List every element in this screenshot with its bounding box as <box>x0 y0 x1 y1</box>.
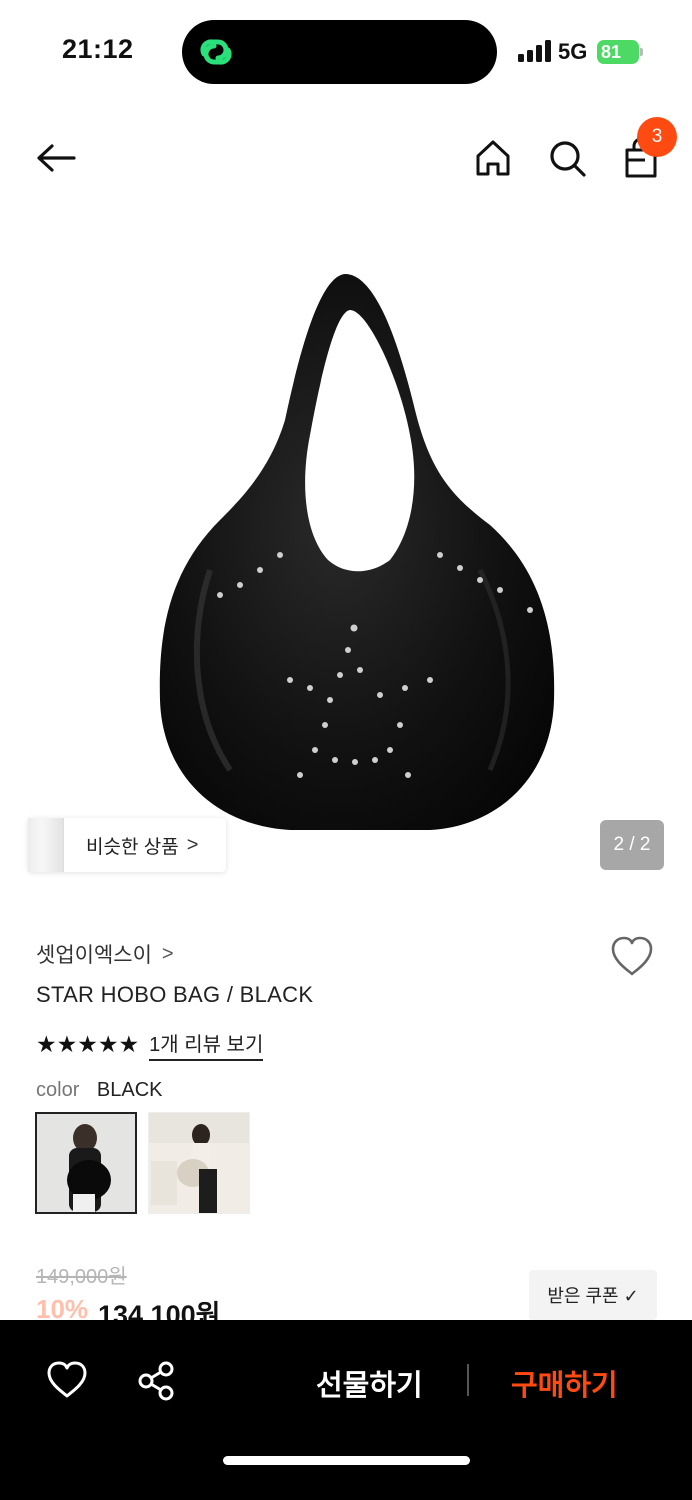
color-swatch-black[interactable] <box>35 1112 137 1214</box>
divider <box>467 1364 469 1396</box>
color-swatch-ivory[interactable] <box>148 1112 250 1214</box>
chevron-right-icon: > <box>186 833 199 856</box>
gift-button[interactable]: 선물하기 <box>316 1362 423 1404</box>
brand-name: 셋업이엑스이 <box>36 944 152 967</box>
color-option-row: color BLACK <box>36 1079 163 1102</box>
battery-charging-icon: 81 <box>597 40 643 64</box>
image-page-indicator: 2 / 2 <box>600 820 664 870</box>
dynamic-island <box>182 20 497 84</box>
battery-level: 81 <box>597 40 639 64</box>
search-button[interactable] <box>545 136 589 180</box>
home-indicator[interactable] <box>223 1456 470 1465</box>
brand-link[interactable]: 셋업이엑스이 > <box>36 939 174 969</box>
app-link-icon <box>200 39 232 65</box>
similar-products-label: 비슷한 상품 <box>86 836 179 858</box>
home-icon <box>476 140 510 176</box>
original-price: 149,000원 <box>36 1266 127 1288</box>
back-button[interactable] <box>34 136 78 180</box>
bottom-action-bar: 선물하기 구매하기 <box>0 1320 692 1500</box>
swatch-ivory-image <box>149 1113 249 1213</box>
network-type: 5G <box>558 39 588 64</box>
rating-row: ★★★★★ 1개 리뷰 보기 <box>36 1028 264 1061</box>
share-icon <box>138 1361 174 1401</box>
status-time: 21:12 <box>62 34 134 64</box>
cart-count-badge: 3 <box>637 117 677 157</box>
signal-icon <box>518 40 551 62</box>
color-label: color <box>36 1079 80 1101</box>
heart-icon <box>47 1361 87 1398</box>
status-bar: 21:12 5G 81 <box>0 0 692 100</box>
product-image-gallery[interactable]: 비슷한 상품 > 2 / 2 <box>0 210 692 900</box>
top-nav <box>0 112 692 202</box>
search-icon <box>550 141 586 177</box>
home-button[interactable] <box>471 136 515 180</box>
product-title: STAR HOBO BAG / BLACK <box>36 982 314 1007</box>
heart-icon <box>611 936 653 976</box>
coupon-button[interactable]: 받은 쿠폰 ✓ <box>529 1270 657 1320</box>
color-value: BLACK <box>96 1079 163 1101</box>
similar-thumbnail <box>28 818 64 872</box>
product-image <box>159 274 555 830</box>
chevron-right-icon: > <box>161 942 174 965</box>
wishlist-button[interactable] <box>609 935 655 979</box>
similar-products-button[interactable]: 비슷한 상품 > <box>28 818 226 872</box>
star-rating: ★★★★★ <box>36 1031 140 1057</box>
swatch-black-image <box>37 1114 135 1212</box>
bottom-wishlist-button[interactable] <box>46 1360 88 1400</box>
buy-button[interactable]: 구매하기 <box>511 1362 618 1404</box>
share-button[interactable] <box>136 1360 178 1402</box>
review-link[interactable]: 1개 리뷰 보기 <box>149 1028 264 1061</box>
back-arrow-icon <box>37 144 76 172</box>
